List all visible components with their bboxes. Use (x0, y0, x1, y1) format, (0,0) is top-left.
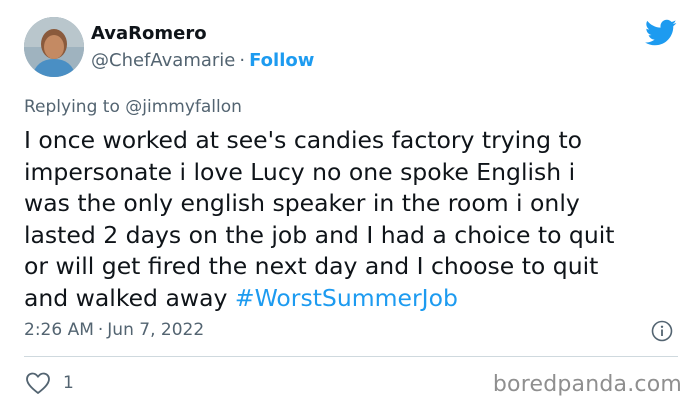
handle-separator: · (239, 50, 246, 71)
tweet-line-last: and walked away #WorstSummerJob (24, 283, 684, 315)
tweet-line: I once worked at see's candies factory t… (24, 126, 583, 154)
tweet-line-text: and walked away (24, 283, 228, 312)
tweet-line: was the only english speaker in the room… (24, 189, 580, 217)
author-handle[interactable]: @ChefAvamarie (91, 50, 235, 71)
heart-icon[interactable] (24, 370, 52, 396)
tweet-text: I once worked at see's candies factory t… (24, 125, 684, 314)
tweet-time: 2:26 AM (24, 320, 94, 340)
info-icon[interactable] (651, 320, 673, 342)
timestamp-separator: · (97, 320, 104, 340)
divider (24, 356, 678, 357)
tweet-line: lasted 2 days on the job and I had a cho… (24, 220, 615, 249)
follow-button[interactable]: Follow (249, 50, 314, 71)
tweet-card: AvaRomero @ChefAvamarie · Follow Replying … (0, 0, 700, 410)
reply-context: Replying to @jimmyfallon (24, 95, 242, 119)
avatar-image (24, 17, 84, 77)
hashtag-link[interactable]: #WorstSummerJob (235, 284, 458, 312)
watermark: boredpanda.com (492, 372, 682, 397)
tweet-date: Jun 7, 2022 (107, 320, 205, 340)
avatar[interactable] (24, 17, 84, 77)
reply-mention[interactable]: @jimmyfallon (125, 97, 242, 117)
author-handle-row: @ChefAvamarie · Follow (91, 49, 314, 73)
author-display-name[interactable]: AvaRomero (91, 22, 207, 46)
tweet-timestamp[interactable]: 2:26 AM · Jun 7, 2022 (24, 318, 204, 342)
tweet-line: impersonate i love Lucy no one spoke Eng… (24, 157, 576, 186)
twitter-bird-icon[interactable] (645, 19, 677, 47)
tweet-line: or will get fired the next day and I cho… (24, 252, 599, 280)
reply-prefix: Replying to (24, 97, 120, 117)
like-count: 1 (63, 373, 74, 393)
